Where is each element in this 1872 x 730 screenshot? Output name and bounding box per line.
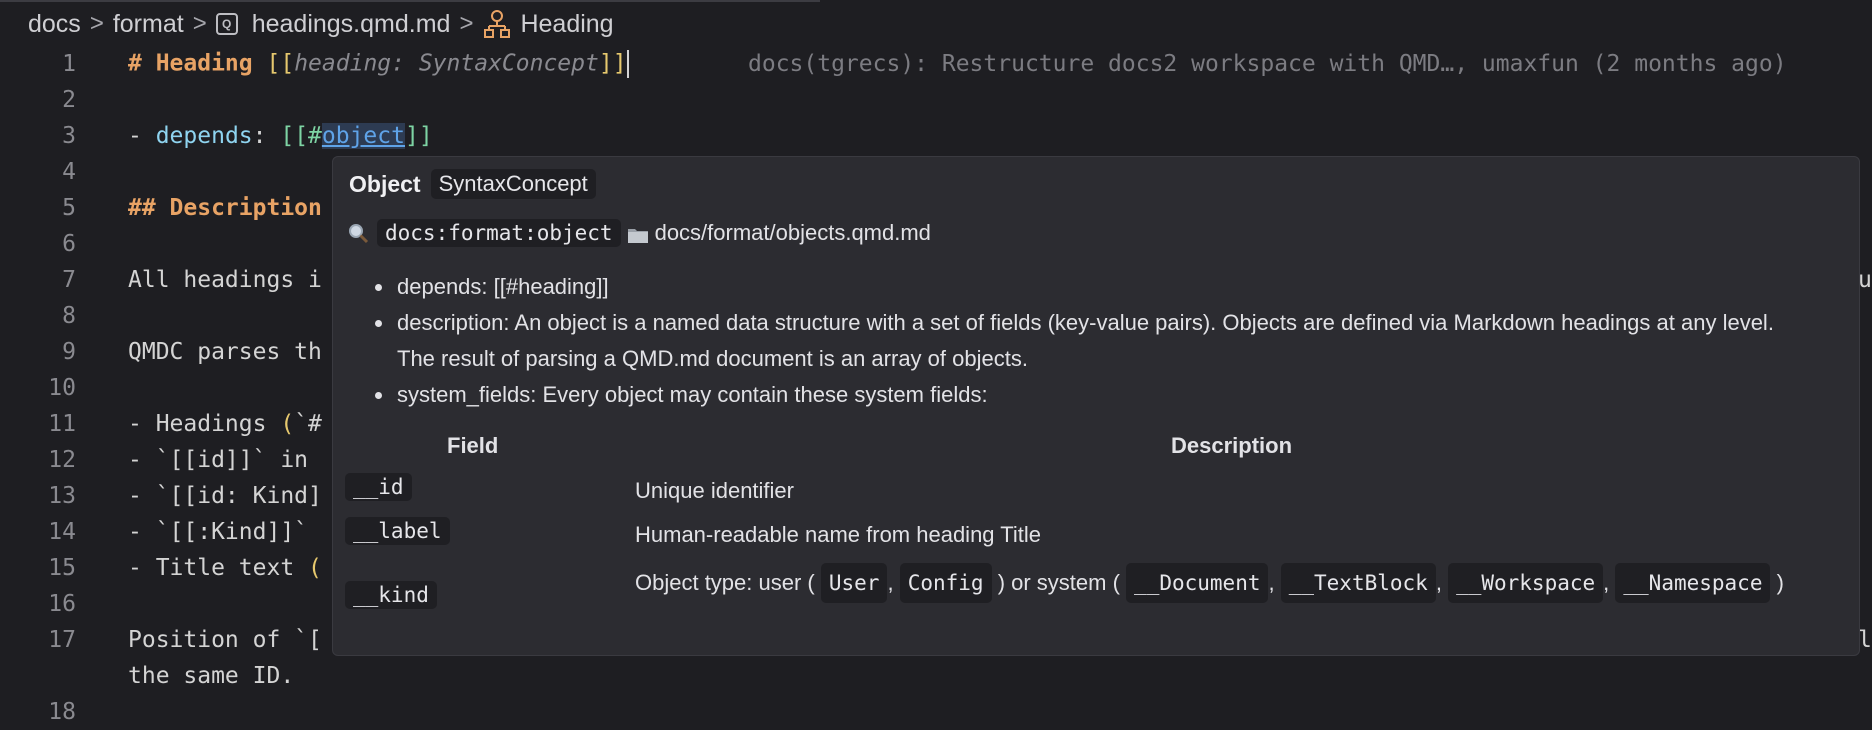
breadcrumb-item-file[interactable]: headings.qmd.md bbox=[252, 10, 451, 39]
line-number: 13 bbox=[48, 483, 76, 509]
field-name: __id bbox=[345, 473, 412, 501]
line-number: 4 bbox=[62, 159, 76, 185]
list-item: description: An object is a named data s… bbox=[375, 305, 1815, 377]
line-number: 1 bbox=[62, 51, 76, 77]
line-content: - Title text ( bbox=[128, 555, 322, 581]
line-content: - depends: [[#object]] bbox=[128, 123, 433, 149]
line-content: the same ID. bbox=[128, 663, 295, 689]
object-id: docs:format:object bbox=[377, 219, 621, 247]
field-description: Human-readable name from heading Title bbox=[635, 522, 1042, 547]
line-number: 5 bbox=[62, 195, 76, 221]
top-border bbox=[0, 0, 820, 2]
line-number: 16 bbox=[48, 591, 76, 617]
line-content: Position of `[ bbox=[128, 627, 322, 653]
line-number: 10 bbox=[48, 375, 76, 401]
editor-line-wrapped[interactable]: the same ID. bbox=[0, 658, 1872, 694]
breadcrumb: docs > format > Q headings.qmd.md > Head… bbox=[28, 6, 614, 42]
line-number: 9 bbox=[62, 339, 76, 365]
editor-line[interactable]: 2 bbox=[0, 82, 1872, 118]
system-fields-table: Field Description __id Unique identifier… bbox=[343, 427, 1843, 641]
list-item: depends: [[#heading]] bbox=[375, 269, 1815, 305]
folder-icon bbox=[627, 224, 649, 243]
git-blame-annotation[interactable]: docs(tgrecs): Restructure docs2 workspac… bbox=[748, 51, 1787, 77]
line-content: - `[[id: Kind] bbox=[128, 483, 322, 509]
breadcrumb-item-format[interactable]: format bbox=[113, 10, 184, 39]
list-item: system_fields: Every object may contain … bbox=[375, 377, 1815, 413]
object-reference-link[interactable]: object bbox=[321, 123, 405, 149]
line-number: 15 bbox=[48, 555, 76, 581]
field-name: __label bbox=[345, 517, 450, 545]
breadcrumb-item-docs[interactable]: docs bbox=[28, 10, 81, 39]
line-overflow-text: u bbox=[1858, 267, 1872, 293]
object-file-path[interactable]: docs/format/objects.qmd.md bbox=[655, 220, 931, 246]
field-name: __kind bbox=[345, 581, 437, 609]
table-row: __id Unique identifier bbox=[343, 469, 1843, 513]
line-content: - `[[:Kind]]` bbox=[128, 519, 322, 545]
editor-line[interactable]: 3 - depends: [[#object]] bbox=[0, 118, 1872, 154]
text-cursor bbox=[626, 50, 629, 78]
field-description: Object type: user ( User, Config ) or sy… bbox=[635, 563, 1815, 603]
field-list: depends: [[#heading]] description: An ob… bbox=[375, 269, 1815, 413]
line-number: 3 bbox=[62, 123, 76, 149]
line-number: 8 bbox=[62, 303, 76, 329]
line-number: 17 bbox=[48, 627, 76, 653]
editor-line[interactable]: 1 # Heading [[heading: SyntaxConcept]] d… bbox=[0, 46, 1872, 82]
line-overflow-text: l bbox=[1858, 627, 1872, 653]
field-description: Unique identifier bbox=[635, 478, 794, 503]
table-row: __kind Object type: user ( User, Config … bbox=[343, 557, 1843, 641]
editor-line[interactable]: 18 bbox=[0, 694, 1872, 730]
object-title: Object bbox=[349, 170, 421, 197]
line-number: 7 bbox=[62, 267, 76, 293]
line-number: 14 bbox=[48, 519, 76, 545]
line-content: QMDC parses th bbox=[128, 339, 322, 365]
line-number: 18 bbox=[48, 699, 76, 725]
table-row: __label Human-readable name from heading… bbox=[343, 513, 1843, 557]
breadcrumb-item-symbol[interactable]: Heading bbox=[520, 10, 613, 39]
magnifier-icon bbox=[347, 222, 369, 244]
line-content: - `[[id]]` in bbox=[128, 447, 322, 473]
line-number: 2 bbox=[62, 87, 76, 113]
symbol-structure-icon bbox=[482, 9, 512, 39]
line-number: 6 bbox=[62, 231, 76, 257]
breadcrumb-separator: > bbox=[192, 10, 207, 37]
line-content: All headings i bbox=[128, 267, 322, 293]
markdown-file-icon: Q bbox=[215, 13, 238, 35]
hover-title-row: Object SyntaxConcept bbox=[349, 169, 596, 199]
breadcrumb-separator: > bbox=[89, 10, 104, 37]
line-content: # Heading [[heading: SyntaxConcept]] bbox=[128, 50, 629, 78]
line-content: - Headings (`# bbox=[128, 411, 322, 437]
breadcrumb-separator: > bbox=[459, 10, 474, 37]
line-content: ## Description bbox=[128, 195, 322, 221]
column-header-field: Field bbox=[447, 433, 499, 458]
table-header: Field Description bbox=[343, 427, 1843, 469]
hover-tooltip[interactable]: Object SyntaxConcept docs:format:object … bbox=[332, 156, 1860, 656]
line-number: 12 bbox=[48, 447, 76, 473]
line-number: 11 bbox=[48, 411, 76, 437]
column-header-description: Description bbox=[1171, 433, 1293, 458]
kind-badge: SyntaxConcept bbox=[430, 169, 596, 199]
object-id-row: docs:format:object docs/format/objects.q… bbox=[347, 219, 931, 247]
